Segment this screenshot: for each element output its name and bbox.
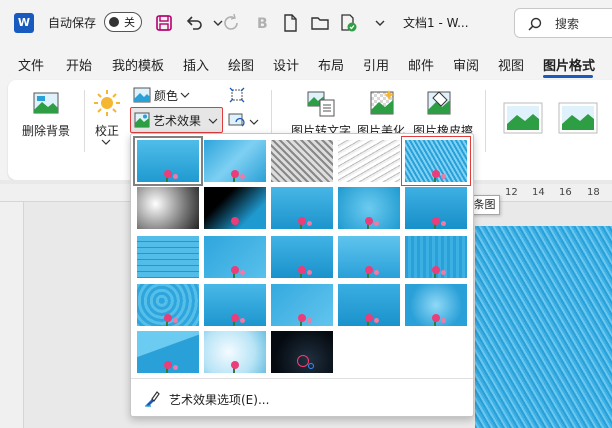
title-bar: W 自动保存 关 B 文档1 - W... 搜索 xyxy=(0,0,612,46)
tab-my-templates[interactable]: 我的模板 xyxy=(112,55,164,74)
more-commands-icon[interactable] xyxy=(370,13,390,33)
redo-icon[interactable] xyxy=(222,13,242,33)
art-effects-options-item[interactable]: 艺术效果选项(E)... xyxy=(141,387,461,411)
word-logo-icon: W xyxy=(14,13,34,33)
tab-view[interactable]: 视图 xyxy=(498,55,524,74)
ruler-tick: 16 xyxy=(559,187,572,198)
art-effects-icon xyxy=(134,112,150,128)
correct-sun-icon[interactable] xyxy=(92,88,122,118)
effect-crisscross-etching[interactable] xyxy=(405,236,467,278)
effect-glow-edges[interactable] xyxy=(137,331,199,373)
correct-label[interactable]: 校正 xyxy=(95,122,119,139)
effect-line-drawing[interactable] xyxy=(401,136,471,186)
search-box[interactable]: 搜索 xyxy=(514,8,612,38)
art-effects-options-label: 艺术效果选项(E)... xyxy=(169,393,270,407)
picture-beautify-icon[interactable] xyxy=(368,88,398,118)
tab-file[interactable]: 文件 xyxy=(18,55,44,74)
tab-insert[interactable]: 插入 xyxy=(183,55,209,74)
effect-pencil-grayscale[interactable] xyxy=(271,140,333,182)
effect-neon[interactable] xyxy=(271,331,333,373)
effect-paint-strokes[interactable] xyxy=(204,187,266,229)
effect-blur[interactable] xyxy=(405,187,467,229)
svg-text:B: B xyxy=(257,16,268,32)
open-folder-icon[interactable] xyxy=(310,13,330,33)
menu-bar: 文件 开始 我的模板 插入 绘图 设计 布局 引用 邮件 审阅 视图 图片格式 xyxy=(0,46,612,80)
art-effects-gallery: 艺术效果选项(E)... xyxy=(130,133,474,417)
art-effects-button[interactable]: 艺术效果 xyxy=(130,107,223,133)
picture-eraser-icon[interactable] xyxy=(425,88,455,118)
effect-pencil-sketch[interactable] xyxy=(338,140,400,182)
remove-background-label[interactable]: 删除背景 xyxy=(22,122,70,139)
tab-design[interactable]: 设计 xyxy=(273,55,299,74)
effect-paint-brush[interactable] xyxy=(271,187,333,229)
change-picture-dropdown-icon[interactable] xyxy=(249,118,259,126)
active-tab-indicator xyxy=(543,75,593,78)
document-picture[interactable] xyxy=(475,226,612,428)
document-title: 文档1 - W... xyxy=(403,16,469,30)
art-effects-options-icon xyxy=(145,391,160,407)
effect-none[interactable] xyxy=(133,136,203,186)
check-document-icon[interactable] xyxy=(338,13,358,33)
picture-style-thumbnail-1[interactable] xyxy=(503,102,543,134)
picture-to-text-icon[interactable] xyxy=(306,88,336,118)
tab-mailings[interactable]: 邮件 xyxy=(408,55,434,74)
effect-film-grain[interactable] xyxy=(405,284,467,326)
change-picture-icon[interactable] xyxy=(228,113,246,129)
tab-home[interactable]: 开始 xyxy=(66,55,92,74)
color-dropdown-icon[interactable] xyxy=(180,91,190,99)
toggle-knob xyxy=(109,17,119,27)
color-label[interactable]: 颜色 xyxy=(154,87,178,104)
effect-photocopy[interactable] xyxy=(338,284,400,326)
new-document-icon[interactable] xyxy=(280,13,300,33)
gallery-separator xyxy=(131,378,473,379)
search-placeholder: 搜索 xyxy=(555,17,580,31)
compress-pictures-icon[interactable] xyxy=(229,87,245,103)
effect-texturizer[interactable] xyxy=(338,236,400,278)
effect-pastels-smooth[interactable] xyxy=(137,284,199,326)
picture-style-thumbnail-2[interactable] xyxy=(558,102,598,134)
effect-plastic-wrap[interactable] xyxy=(204,284,266,326)
search-icon xyxy=(528,17,542,31)
ruler-tick: 18 xyxy=(587,187,600,198)
autosave-label: 自动保存 xyxy=(48,16,97,30)
autosave-state: 关 xyxy=(124,16,135,29)
effect-glow-diffused[interactable] xyxy=(338,187,400,229)
ribbon-separator xyxy=(485,90,486,152)
tab-picture-format[interactable]: 图片格式 xyxy=(543,55,595,74)
tab-draw[interactable]: 绘图 xyxy=(228,55,254,74)
art-effects-label: 艺术效果 xyxy=(153,114,202,128)
save-icon[interactable] xyxy=(154,13,174,33)
tab-layout[interactable]: 布局 xyxy=(318,55,344,74)
effect-mosaic-bubbles[interactable] xyxy=(137,236,199,278)
bold-icon[interactable]: B xyxy=(252,13,272,33)
ruler-tick: 12 xyxy=(505,187,518,198)
autosave-toggle[interactable]: 关 xyxy=(104,12,142,32)
effect-watercolor-sponge[interactable] xyxy=(204,331,266,373)
effect-cutout[interactable] xyxy=(271,284,333,326)
ruler-tick: 14 xyxy=(532,187,545,198)
tab-review[interactable]: 审阅 xyxy=(453,55,479,74)
effect-marker[interactable] xyxy=(204,140,266,182)
effect-chalk-sketch[interactable] xyxy=(137,187,199,229)
color-icon[interactable] xyxy=(133,87,151,103)
effect-cement[interactable] xyxy=(271,236,333,278)
effect-glass[interactable] xyxy=(204,236,266,278)
correct-dropdown-icon[interactable] xyxy=(101,138,111,146)
ribbon-separator xyxy=(84,90,85,152)
remove-background-icon[interactable] xyxy=(32,90,62,118)
undo-icon[interactable] xyxy=(184,13,204,33)
vertical-ruler xyxy=(0,202,24,428)
art-effects-dropdown-icon xyxy=(208,118,218,124)
tab-references[interactable]: 引用 xyxy=(363,55,389,74)
